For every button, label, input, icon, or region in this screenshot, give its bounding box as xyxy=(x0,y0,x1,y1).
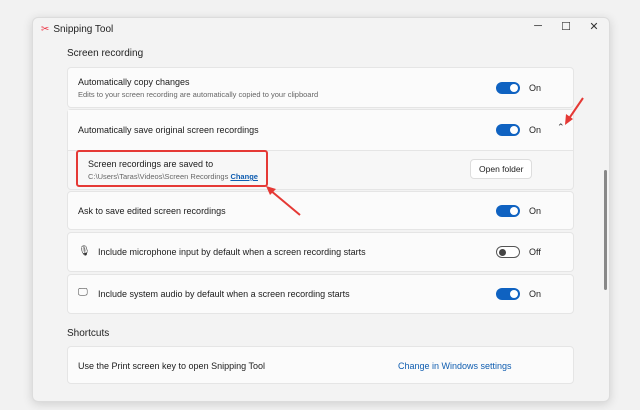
highlight-box xyxy=(76,150,268,187)
annotation-arrow xyxy=(567,97,584,121)
annotation-overlay xyxy=(76,97,584,216)
annotation-arrow xyxy=(269,189,301,216)
